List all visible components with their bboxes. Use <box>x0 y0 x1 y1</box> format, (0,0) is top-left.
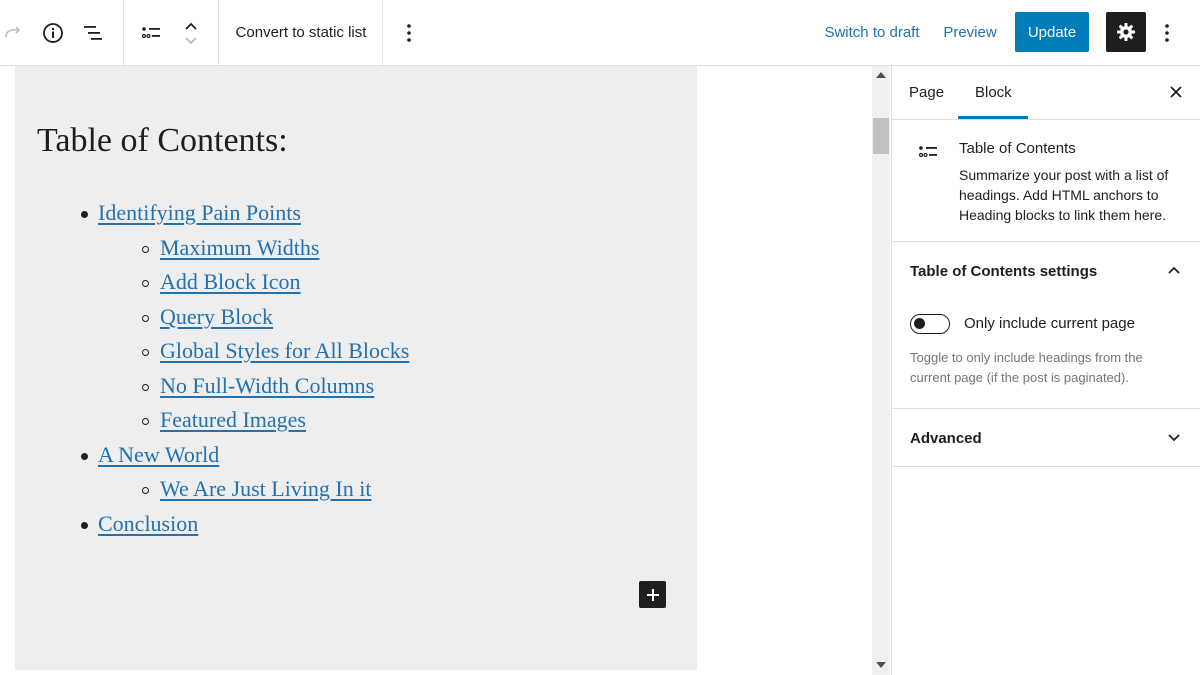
toc-list-item: Featured Images <box>160 407 306 433</box>
toc-bullet <box>81 211 88 218</box>
block-type-button[interactable] <box>138 0 164 65</box>
more-vertical-icon <box>1165 23 1169 42</box>
preview-button[interactable]: Preview <box>940 0 1000 65</box>
only-current-page-toggle[interactable] <box>910 314 950 334</box>
toc-link[interactable]: We Are Just Living In it <box>160 476 371 501</box>
toc-sub-bullet <box>142 383 149 391</box>
list-view-icon <box>84 25 102 40</box>
scroll-up-arrow[interactable] <box>876 72 886 78</box>
tab-page[interactable]: Page <box>909 66 944 119</box>
gear-icon <box>1117 23 1135 41</box>
toggle-help-text: Toggle to only include headings from the… <box>910 350 1143 385</box>
toc-list-item: Identifying Pain Points <box>98 200 301 226</box>
toc-list-item: Query Block <box>160 304 273 330</box>
block-options-button[interactable] <box>398 0 420 65</box>
toc-link[interactable]: Query Block <box>160 304 273 329</box>
settings-sidebar: Page Block Table of Contents Summarize y… <box>891 66 1200 675</box>
toc-settings-panel-toggle[interactable]: Table of Contents settings <box>910 263 1097 280</box>
preview-label: Preview <box>943 24 997 41</box>
toc-sub-bullet <box>142 314 149 322</box>
info-icon <box>43 22 63 43</box>
move-down-button[interactable] <box>180 30 202 52</box>
toc-list-item: Global Styles for All Blocks <box>160 338 409 364</box>
toc-list-item: We Are Just Living In it <box>160 476 371 502</box>
close-icon <box>1170 86 1182 98</box>
toc-heading: Table of Contents: <box>37 122 288 159</box>
toc-list-item: Maximum Widths <box>160 235 319 261</box>
switch-to-draft-label: Switch to draft <box>824 24 920 41</box>
editor-canvas: Table of Contents: Identifying Pain Poin… <box>0 66 872 675</box>
sidebar-tabs: Page Block <box>892 66 1200 120</box>
block-card: Table of Contents Summarize your post wi… <box>892 120 1200 242</box>
options-menu-button[interactable] <box>1158 0 1176 65</box>
list-view-button[interactable] <box>80 0 106 65</box>
toc-list-item: A New World <box>98 442 219 468</box>
add-block-button[interactable] <box>639 581 666 608</box>
toc-bullet <box>81 452 88 460</box>
toc-link[interactable]: A New World <box>98 442 219 467</box>
advanced-panel-toggle[interactable]: Advanced <box>910 430 982 447</box>
toc-sub-bullet <box>142 349 149 356</box>
convert-to-static-list-label: Convert to static list <box>235 24 367 41</box>
settings-button[interactable] <box>1106 12 1146 52</box>
table-of-contents-icon <box>918 146 937 158</box>
toc-settings-panel: Table of Contents settings Only include … <box>892 242 1200 409</box>
toc-link[interactable]: Global Styles for All Blocks <box>160 338 409 363</box>
toolbar-separator <box>123 0 124 65</box>
editor-scrollbar[interactable] <box>872 66 890 675</box>
block-card-title: Table of Contents <box>959 140 1076 157</box>
plus-icon <box>646 588 659 601</box>
toc-list-item: Add Block Icon <box>160 269 301 295</box>
toc-list-item: Conclusion <box>98 511 198 537</box>
toggle-knob <box>914 318 925 329</box>
scroll-thumb[interactable] <box>873 118 889 154</box>
toc-sub-bullet <box>142 280 149 287</box>
tab-block[interactable]: Block <box>975 66 1012 119</box>
update-button[interactable]: Update <box>1015 12 1089 52</box>
toolbar-separator <box>218 0 219 65</box>
toc-link[interactable]: Add Block Icon <box>160 269 301 294</box>
chevron-down-icon[interactable] <box>1166 432 1182 444</box>
close-sidebar-button[interactable] <box>1164 80 1188 104</box>
chevron-down-icon <box>185 37 197 45</box>
redo-icon <box>5 25 21 37</box>
details-button[interactable] <box>40 0 66 65</box>
toc-bullet <box>81 521 88 529</box>
toc-link[interactable]: Maximum Widths <box>160 235 319 260</box>
toc-link[interactable]: Identifying Pain Points <box>98 200 301 225</box>
block-card-description: Summarize your post with a list of headi… <box>959 167 1169 223</box>
toc-sub-bullet <box>142 245 149 253</box>
toc-sub-bullet <box>142 487 149 494</box>
table-of-contents-block[interactable]: Table of Contents: Identifying Pain Poin… <box>15 66 697 670</box>
redo-button[interactable] <box>2 0 24 65</box>
active-tab-indicator <box>958 116 1028 119</box>
more-vertical-icon <box>407 23 411 42</box>
toc-link[interactable]: Featured Images <box>160 407 306 432</box>
table-of-contents-icon <box>141 26 160 38</box>
editor-top-toolbar: Convert to static list Switch to draft P… <box>0 0 1200 66</box>
chevron-up-icon[interactable] <box>1166 264 1182 276</box>
switch-to-draft-button[interactable]: Switch to draft <box>822 0 922 65</box>
only-current-page-label: Only include current page <box>964 315 1135 332</box>
toolbar-separator <box>382 0 383 65</box>
convert-to-static-list-button[interactable]: Convert to static list <box>220 0 382 65</box>
toc-link[interactable]: Conclusion <box>98 511 198 536</box>
toc-sub-bullet <box>142 418 149 425</box>
scroll-down-arrow[interactable] <box>876 662 886 668</box>
toc-link[interactable]: No Full-Width Columns <box>160 373 374 398</box>
advanced-panel: Advanced <box>892 409 1200 467</box>
toc-list-item: No Full-Width Columns <box>160 373 374 399</box>
